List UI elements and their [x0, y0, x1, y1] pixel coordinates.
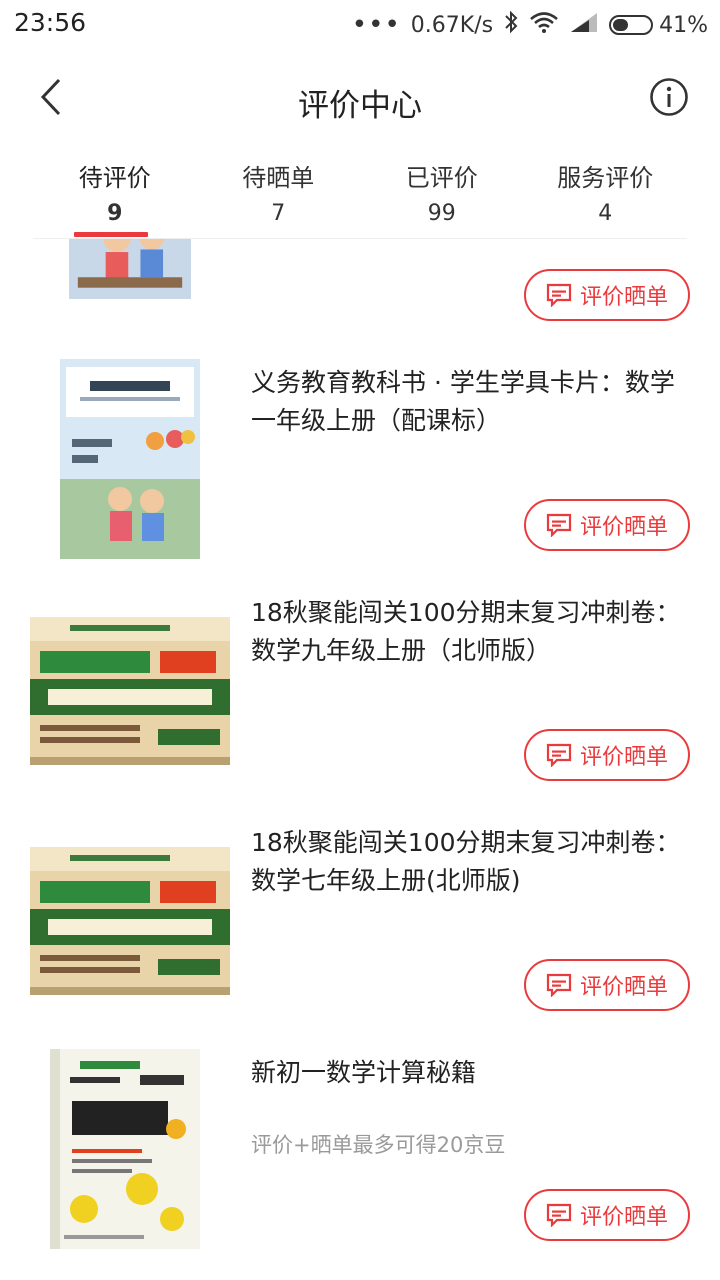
tab-count: 99	[427, 201, 456, 226]
comment-icon	[546, 283, 572, 307]
review-and-share-button[interactable]: 评价晒单	[524, 959, 690, 1011]
more-dots-icon: •••	[351, 10, 401, 40]
wifi-icon	[529, 11, 559, 39]
product-thumbnail[interactable]	[50, 1049, 200, 1249]
review-button-label: 评价晒单	[579, 975, 668, 1000]
header: 评价中心	[0, 50, 720, 146]
info-icon	[650, 78, 688, 116]
review-button-label: 评价晒单	[579, 285, 668, 310]
tab-count: 7	[271, 201, 286, 226]
order-item[interactable]: 义务教育教科书 · 学生学具卡片：数学一年级上册（配课标） 评价晒单	[0, 359, 720, 589]
product-thumbnail[interactable]	[60, 239, 200, 299]
status-bar: 23:56 ••• 0.67K/s 41%	[0, 0, 720, 50]
review-and-share-button[interactable]: 评价晒单	[524, 499, 690, 551]
review-button-label: 评价晒单	[579, 1205, 668, 1230]
product-thumbnail[interactable]	[30, 617, 230, 765]
comment-icon	[546, 513, 572, 537]
comment-icon	[546, 1203, 572, 1227]
order-item[interactable]: 18秋聚能闯关100分期末复习冲刺卷：数学九年级上册（北师版） 评价晒单	[0, 589, 720, 819]
product-name[interactable]: 义务教育教科书 · 学生学具卡片：数学一年级上册（配课标）	[251, 364, 696, 440]
page-title: 评价中心	[298, 88, 422, 124]
review-tabs: 待评价 9 待晒单 7 已评价 99 服务评价 4	[33, 146, 687, 239]
active-tab-indicator	[74, 232, 148, 237]
comment-icon	[546, 743, 572, 767]
status-icons: ••• 0.67K/s 41%	[352, 8, 708, 42]
tab-label: 已评价	[405, 164, 478, 192]
order-item[interactable]: 新初一数学计算秘籍 评价+晒单最多可得20京豆 评价晒单	[0, 1049, 720, 1279]
review-button-label: 评价晒单	[579, 515, 668, 540]
tab-count: 4	[598, 201, 613, 226]
signal-icon	[569, 11, 599, 39]
order-item[interactable]: 18秋聚能闯关100分期末复习冲刺卷：数学七年级上册(北师版) 评价晒单	[0, 819, 720, 1049]
tab-label: 服务评价	[557, 164, 654, 192]
review-button-label: 评价晒单	[579, 745, 668, 770]
product-name[interactable]: 新初一数学计算秘籍	[251, 1054, 696, 1092]
order-list[interactable]: 评价晒单 义务教育教科书 · 学生学具卡片：数学一年级上册（配课标） 评价晒单	[0, 239, 720, 1280]
battery-icon: 41%	[609, 13, 708, 38]
status-time: 23:56	[14, 8, 87, 37]
tab-label: 待评价	[78, 164, 151, 192]
tab-reviewed[interactable]: 已评价 99	[360, 146, 524, 238]
tab-count: 9	[107, 201, 123, 226]
tab-service-review[interactable]: 服务评价 4	[524, 146, 688, 238]
product-name[interactable]: 18秋聚能闯关100分期末复习冲刺卷：数学九年级上册（北师版）	[251, 594, 696, 670]
comment-icon	[546, 973, 572, 997]
product-thumbnail[interactable]	[30, 847, 230, 995]
product-name[interactable]: 18秋聚能闯关100分期末复习冲刺卷：数学七年级上册(北师版)	[251, 824, 696, 900]
review-and-share-button[interactable]: 评价晒单	[524, 729, 690, 781]
tab-pending-show[interactable]: 待晒单 7	[197, 146, 361, 238]
network-speed: 0.67K/s	[410, 12, 494, 38]
product-thumbnail[interactable]	[60, 359, 200, 559]
review-and-share-button[interactable]: 评价晒单	[524, 1189, 690, 1241]
order-item[interactable]: 评价晒单	[0, 239, 720, 329]
battery-percent: 41%	[659, 12, 708, 38]
bluetooth-icon	[503, 10, 519, 40]
review-and-share-button[interactable]: 评价晒单	[524, 269, 690, 321]
tab-label: 待晒单	[242, 164, 315, 192]
info-button[interactable]	[644, 72, 694, 122]
tab-pending-review[interactable]: 待评价 9	[33, 146, 197, 238]
reward-hint: 评价+晒单最多可得20京豆	[251, 1133, 506, 1157]
